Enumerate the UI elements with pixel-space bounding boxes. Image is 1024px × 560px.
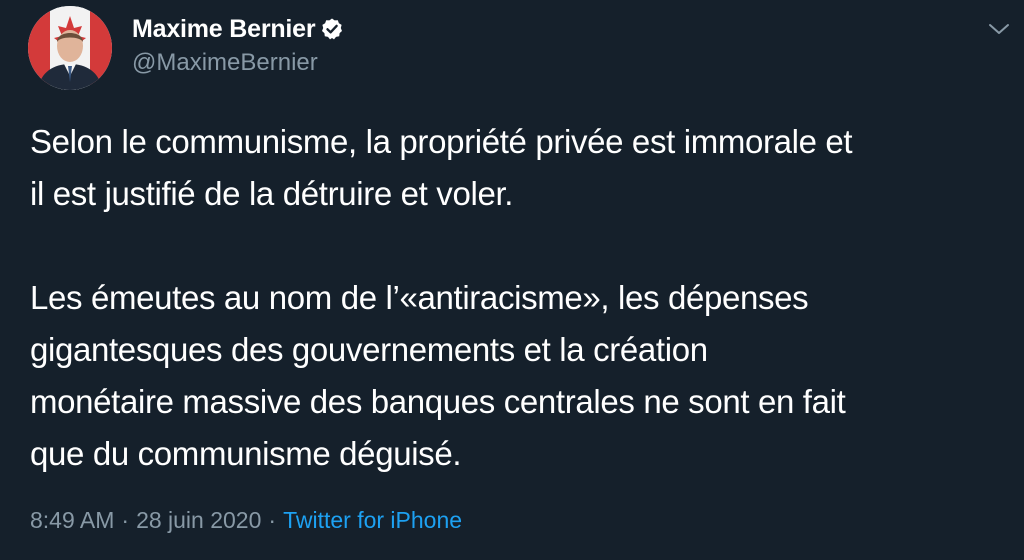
tweet-source-link[interactable]: Twitter for iPhone: [283, 507, 462, 533]
meta-separator: ·: [121, 507, 130, 533]
tweet-meta: 8:49 AM · 28 juin 2020 · Twitter for iPhone: [30, 507, 462, 534]
chevron-down-icon: [989, 24, 1009, 34]
tweet-card: Maxime Bernier @MaximeBernier Selon le c…: [0, 0, 1024, 560]
tweet-menu-button[interactable]: [986, 20, 1012, 38]
tweet-date[interactable]: 28 juin 2020: [136, 507, 261, 533]
author-display-name[interactable]: Maxime Bernier: [132, 15, 316, 44]
tweet-paragraph-1: Selon le communisme, la propriété privée…: [30, 123, 853, 212]
author-name-row[interactable]: Maxime Bernier: [132, 12, 344, 46]
author-handle[interactable]: @MaximeBernier: [132, 49, 318, 77]
verified-badge-icon: [320, 17, 344, 41]
tweet-time[interactable]: 8:49 AM: [30, 507, 114, 533]
profile-photo-icon: [28, 6, 112, 90]
tweet-paragraph-2: Les émeutes au nom de l’«antiracisme», l…: [30, 279, 846, 472]
meta-separator: ·: [268, 507, 277, 533]
tweet-body: Selon le communisme, la propriété privée…: [30, 116, 1015, 480]
author-avatar[interactable]: [28, 6, 112, 90]
